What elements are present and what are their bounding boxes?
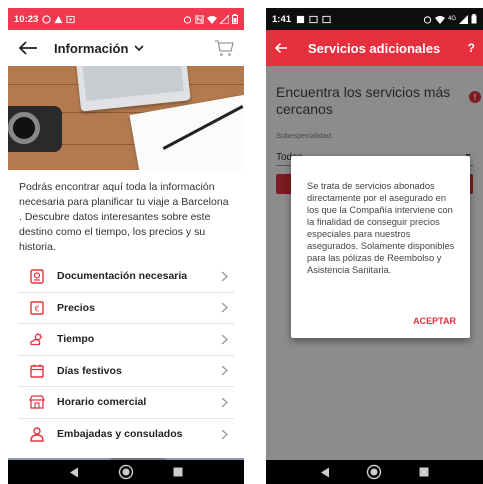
network-type: 4G [447,16,456,22]
signal-icon [220,14,229,24]
chevron-right-icon [221,271,228,282]
cart-icon[interactable] [212,36,236,60]
menu-item-documentacion[interactable]: Documentación necesaria [18,261,234,293]
nav-home-icon[interactable] [116,462,136,482]
whatsapp-icon [42,14,51,24]
shop-icon [26,391,48,413]
menu-item-label: Horario comercial [57,396,147,409]
back-arrow-icon[interactable] [274,42,288,54]
battery-icon [232,14,238,24]
help-button[interactable]: ? [468,41,475,55]
gallery-icon [309,15,318,23]
left-phone-screen: 10:23 Información Podrás encontrar aquí … [8,8,244,484]
svg-text:€: € [34,304,39,313]
wifi-icon [207,15,217,24]
chevron-right-icon [221,397,228,408]
nav-home-icon[interactable] [364,462,384,482]
menu-item-embajadas[interactable]: Embajadas y consulados [18,419,234,451]
menu-item-label: Precios [57,301,95,314]
wifi-icon [434,15,445,24]
status-bar: 10:23 [8,8,244,30]
menu-item-horario-comercial[interactable]: Horario comercial [18,387,234,419]
menu-item-label: Embajadas y consulados [57,428,183,441]
menu-item-precios[interactable]: € Precios [18,293,234,324]
signal-icon [459,14,468,24]
back-arrow-icon[interactable] [16,36,40,60]
menu-item-label: Documentación necesaria [57,270,188,283]
battery-icon [471,14,477,24]
nav-back-icon[interactable] [64,462,84,482]
gallery-icon [66,15,75,23]
app-bar: Servicios adicionales ? [266,30,483,66]
warning-icon [54,15,63,23]
page-title: Servicios adicionales [308,40,441,56]
weather-icon [26,328,48,350]
nav-recents-icon[interactable] [168,462,188,482]
chevron-right-icon [221,429,228,440]
info-dialog: Se trata de servicios abonados directame… [291,156,470,338]
dialog-message: Se trata de servicios abonados directame… [307,181,455,275]
status-bar: 1:41 4G [266,8,483,30]
chevron-right-icon [221,334,228,345]
alarm-icon [183,15,192,24]
chevron-right-icon [221,365,228,376]
system-nav-bar [8,460,244,484]
accept-button[interactable]: ACEPTAR [413,316,456,326]
app-bar: Información [8,30,244,66]
menu-item-dias-festivos[interactable]: Días festivos [18,356,234,387]
alarm-icon [423,15,432,24]
nfc-icon [195,14,204,24]
hero-image [8,66,244,170]
calendar-icon [26,360,48,382]
notification-icon [296,15,305,23]
status-time: 10:23 [14,13,39,25]
menu-item-label: Tiempo [57,333,95,346]
right-phone-screen: 1:41 4G Servicios adicionales ? Encuentr… [266,8,483,484]
menu-item-label: Días festivos [57,364,122,377]
chevron-down-icon[interactable] [134,44,144,52]
nav-recents-icon[interactable] [414,462,434,482]
intro-text: Podrás encontrar aquí toda la informació… [19,181,229,253]
passport-icon [26,265,48,287]
info-menu: Documentación necesaria € Precios Tiempo… [8,261,244,450]
nav-back-icon[interactable] [315,462,335,482]
chevron-right-icon [221,302,228,313]
menu-item-tiempo[interactable]: Tiempo [18,324,234,356]
person-icon [26,423,48,445]
status-time: 1:41 [272,13,292,25]
system-nav-bar [266,460,483,484]
euro-card-icon: € [26,297,48,319]
page-title[interactable]: Información [54,41,128,56]
gallery-icon [322,15,331,23]
